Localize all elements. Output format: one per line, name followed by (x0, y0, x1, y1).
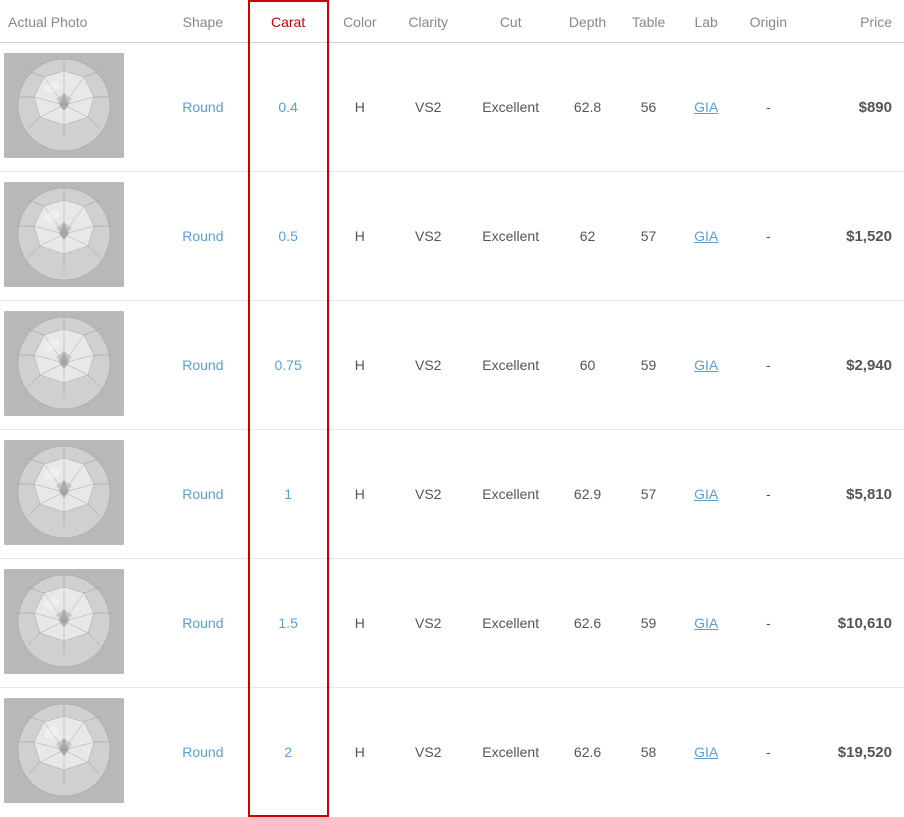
carat-cell: 2 (249, 688, 328, 817)
diamond-image (4, 311, 124, 416)
header-shape: Shape (158, 1, 248, 43)
origin-cell: - (734, 301, 802, 430)
depth-cell: 62.8 (556, 43, 619, 172)
depth-cell: 60 (556, 301, 619, 430)
table-value-cell: 57 (619, 430, 678, 559)
table-body: Round0.4HVS2Excellent62.856GIA-$890 Roun… (0, 43, 904, 817)
clarity-cell: VS2 (391, 430, 466, 559)
table-value-cell: 58 (619, 688, 678, 817)
origin-cell: - (734, 430, 802, 559)
cut-cell: Excellent (466, 43, 556, 172)
price-cell: $1,520 (802, 172, 904, 301)
lab-cell: GIA (678, 301, 735, 430)
table-value-cell: 59 (619, 559, 678, 688)
header-origin: Origin (734, 1, 802, 43)
shape-cell: Round (158, 43, 248, 172)
shape-cell: Round (158, 688, 248, 817)
depth-cell: 62 (556, 172, 619, 301)
lab-cell: GIA (678, 172, 735, 301)
lab-link[interactable]: GIA (694, 615, 718, 631)
price-cell: $2,940 (802, 301, 904, 430)
price-cell: $19,520 (802, 688, 904, 817)
cut-cell: Excellent (466, 172, 556, 301)
depth-cell: 62.6 (556, 559, 619, 688)
diamond-photo-cell (0, 172, 158, 301)
lab-cell: GIA (678, 43, 735, 172)
lab-link[interactable]: GIA (694, 486, 718, 502)
color-cell: H (328, 688, 391, 817)
table-row: Round1.5HVS2Excellent62.659 GIA-$10,610 (0, 559, 904, 688)
carat-cell: 0.4 (249, 43, 328, 172)
diamond-photo-cell (0, 688, 158, 817)
origin-cell: - (734, 559, 802, 688)
header-color: Color (328, 1, 391, 43)
diamond-table: Actual Photo Shape Carat Color Clarity C… (0, 0, 904, 817)
diamond-image (4, 182, 124, 287)
diamond-image (4, 698, 124, 803)
price-cell: $5,810 (802, 430, 904, 559)
header-clarity: Clarity (391, 1, 466, 43)
clarity-cell: VS2 (391, 43, 466, 172)
lab-cell: GIA (678, 559, 735, 688)
header-price: Price (802, 1, 904, 43)
shape-cell: Round (158, 301, 248, 430)
diamond-image (4, 53, 124, 158)
lab-cell: GIA (678, 688, 735, 817)
table-value-cell: 59 (619, 301, 678, 430)
color-cell: H (328, 43, 391, 172)
clarity-cell: VS2 (391, 688, 466, 817)
header-actual-photo: Actual Photo (0, 1, 158, 43)
table-row: Round2HVS2Excellent62.658GIA-$19,520 (0, 688, 904, 817)
carat-cell: 1 (249, 430, 328, 559)
diamond-photo-cell (0, 301, 158, 430)
header-lab: Lab (678, 1, 735, 43)
color-cell: H (328, 430, 391, 559)
price-cell: $890 (802, 43, 904, 172)
table-value-cell: 57 (619, 172, 678, 301)
color-cell: H (328, 172, 391, 301)
diamond-photo-cell (0, 43, 158, 172)
color-cell: H (328, 301, 391, 430)
shape-cell: Round (158, 430, 248, 559)
clarity-cell: VS2 (391, 172, 466, 301)
header-table: Table (619, 1, 678, 43)
table-row: Round1HVS2Excellent62.957 GIA-$5,810 (0, 430, 904, 559)
shape-cell: Round (158, 172, 248, 301)
header-cut: Cut (466, 1, 556, 43)
color-cell: H (328, 559, 391, 688)
lab-cell: GIA (678, 430, 735, 559)
cut-cell: Excellent (466, 559, 556, 688)
header-depth: Depth (556, 1, 619, 43)
carat-cell: 0.5 (249, 172, 328, 301)
lab-link[interactable]: GIA (694, 228, 718, 244)
origin-cell: - (734, 43, 802, 172)
diamond-photo-cell (0, 559, 158, 688)
cut-cell: Excellent (466, 430, 556, 559)
carat-cell: 0.75 (249, 301, 328, 430)
cut-cell: Excellent (466, 301, 556, 430)
lab-link[interactable]: GIA (694, 357, 718, 373)
depth-cell: 62.9 (556, 430, 619, 559)
clarity-cell: VS2 (391, 559, 466, 688)
header-carat: Carat (249, 1, 328, 43)
shape-cell: Round (158, 559, 248, 688)
origin-cell: - (734, 688, 802, 817)
diamond-photo-cell (0, 430, 158, 559)
table-row: Round0.5HVS2Excellent6257 GIA-$1,520 (0, 172, 904, 301)
clarity-cell: VS2 (391, 301, 466, 430)
price-cell: $10,610 (802, 559, 904, 688)
diamond-image (4, 569, 124, 674)
table-row: Round0.4HVS2Excellent62.856 GIA-$890 (0, 43, 904, 172)
diamond-table-container: Actual Photo Shape Carat Color Clarity C… (0, 0, 904, 817)
cut-cell: Excellent (466, 688, 556, 817)
table-value-cell: 56 (619, 43, 678, 172)
origin-cell: - (734, 172, 802, 301)
table-row: Round0.75HVS2Excellent6059 GIA-$2,940 (0, 301, 904, 430)
lab-link[interactable]: GIA (694, 99, 718, 115)
diamond-image (4, 440, 124, 545)
depth-cell: 62.6 (556, 688, 619, 817)
carat-cell: 1.5 (249, 559, 328, 688)
table-header-row: Actual Photo Shape Carat Color Clarity C… (0, 1, 904, 43)
